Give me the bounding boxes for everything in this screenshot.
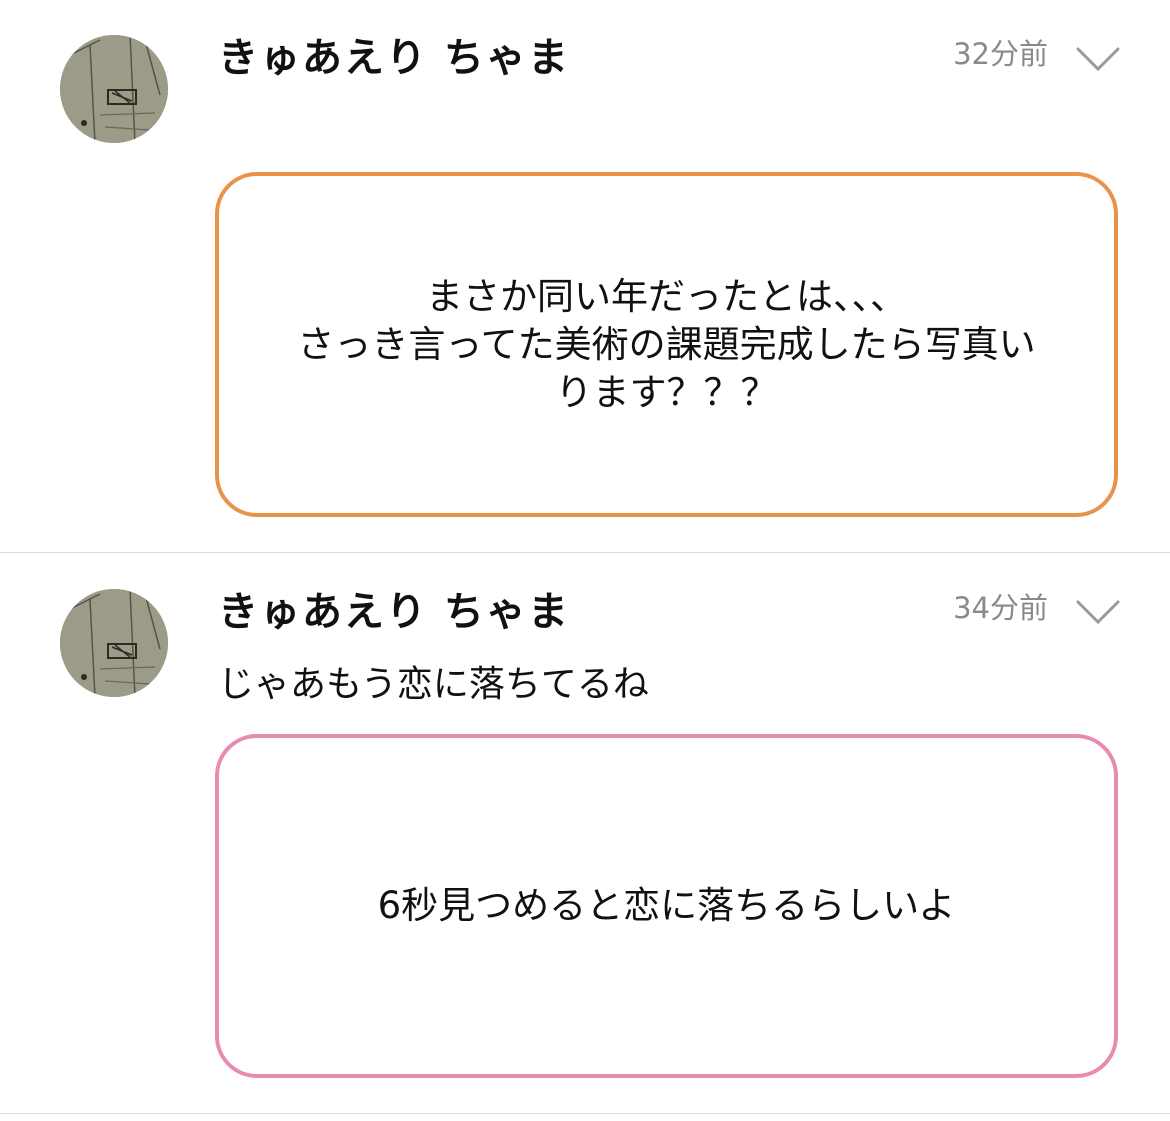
card-line: さっき言ってた美術の課題完成したら写真い — [297, 322, 1036, 366]
avatar[interactable] — [60, 589, 168, 697]
post-item: きゅあえり ちゃま 34分前 じゃあもう恋に落ちてるね 6秒見つめると恋に落ちる… — [0, 553, 1170, 1113]
timestamp: 32分前 — [953, 37, 1048, 71]
sketch-avatar-icon — [60, 589, 168, 697]
message-card: まさか同い年だったとは、、、 さっき言ってた美術の課題完成したら写真い ります？… — [215, 172, 1118, 517]
chevron-down-icon[interactable] — [1076, 46, 1120, 74]
card-line: 6秒見つめると恋に落ちるらしいよ — [377, 884, 956, 927]
post-body: じゃあもう恋に落ちてるね — [218, 664, 649, 705]
card-line: まさか同い年だったとは、、、 — [426, 274, 907, 318]
chevron-down-icon[interactable] — [1076, 599, 1120, 627]
message-card: 6秒見つめると恋に落ちるらしいよ — [215, 734, 1118, 1078]
post-item: きゅあえり ちゃま 32分前 まさか同い年だったとは、、、 さっき言ってた美術の… — [0, 0, 1170, 552]
card-line: ります？？？ — [555, 370, 778, 414]
card-text: まさか同い年だったとは、、、 さっき言ってた美術の課題完成したら写真い ります？… — [297, 273, 1035, 417]
card-text: 6秒見つめると恋に落ちるらしいよ — [378, 882, 956, 930]
avatar[interactable] — [60, 35, 168, 143]
username[interactable]: きゅあえり ちゃま — [218, 34, 570, 82]
sketch-avatar-icon — [60, 35, 168, 143]
username[interactable]: きゅあえり ちゃま — [218, 588, 570, 636]
divider — [0, 1113, 1170, 1114]
timestamp: 34分前 — [953, 591, 1048, 625]
